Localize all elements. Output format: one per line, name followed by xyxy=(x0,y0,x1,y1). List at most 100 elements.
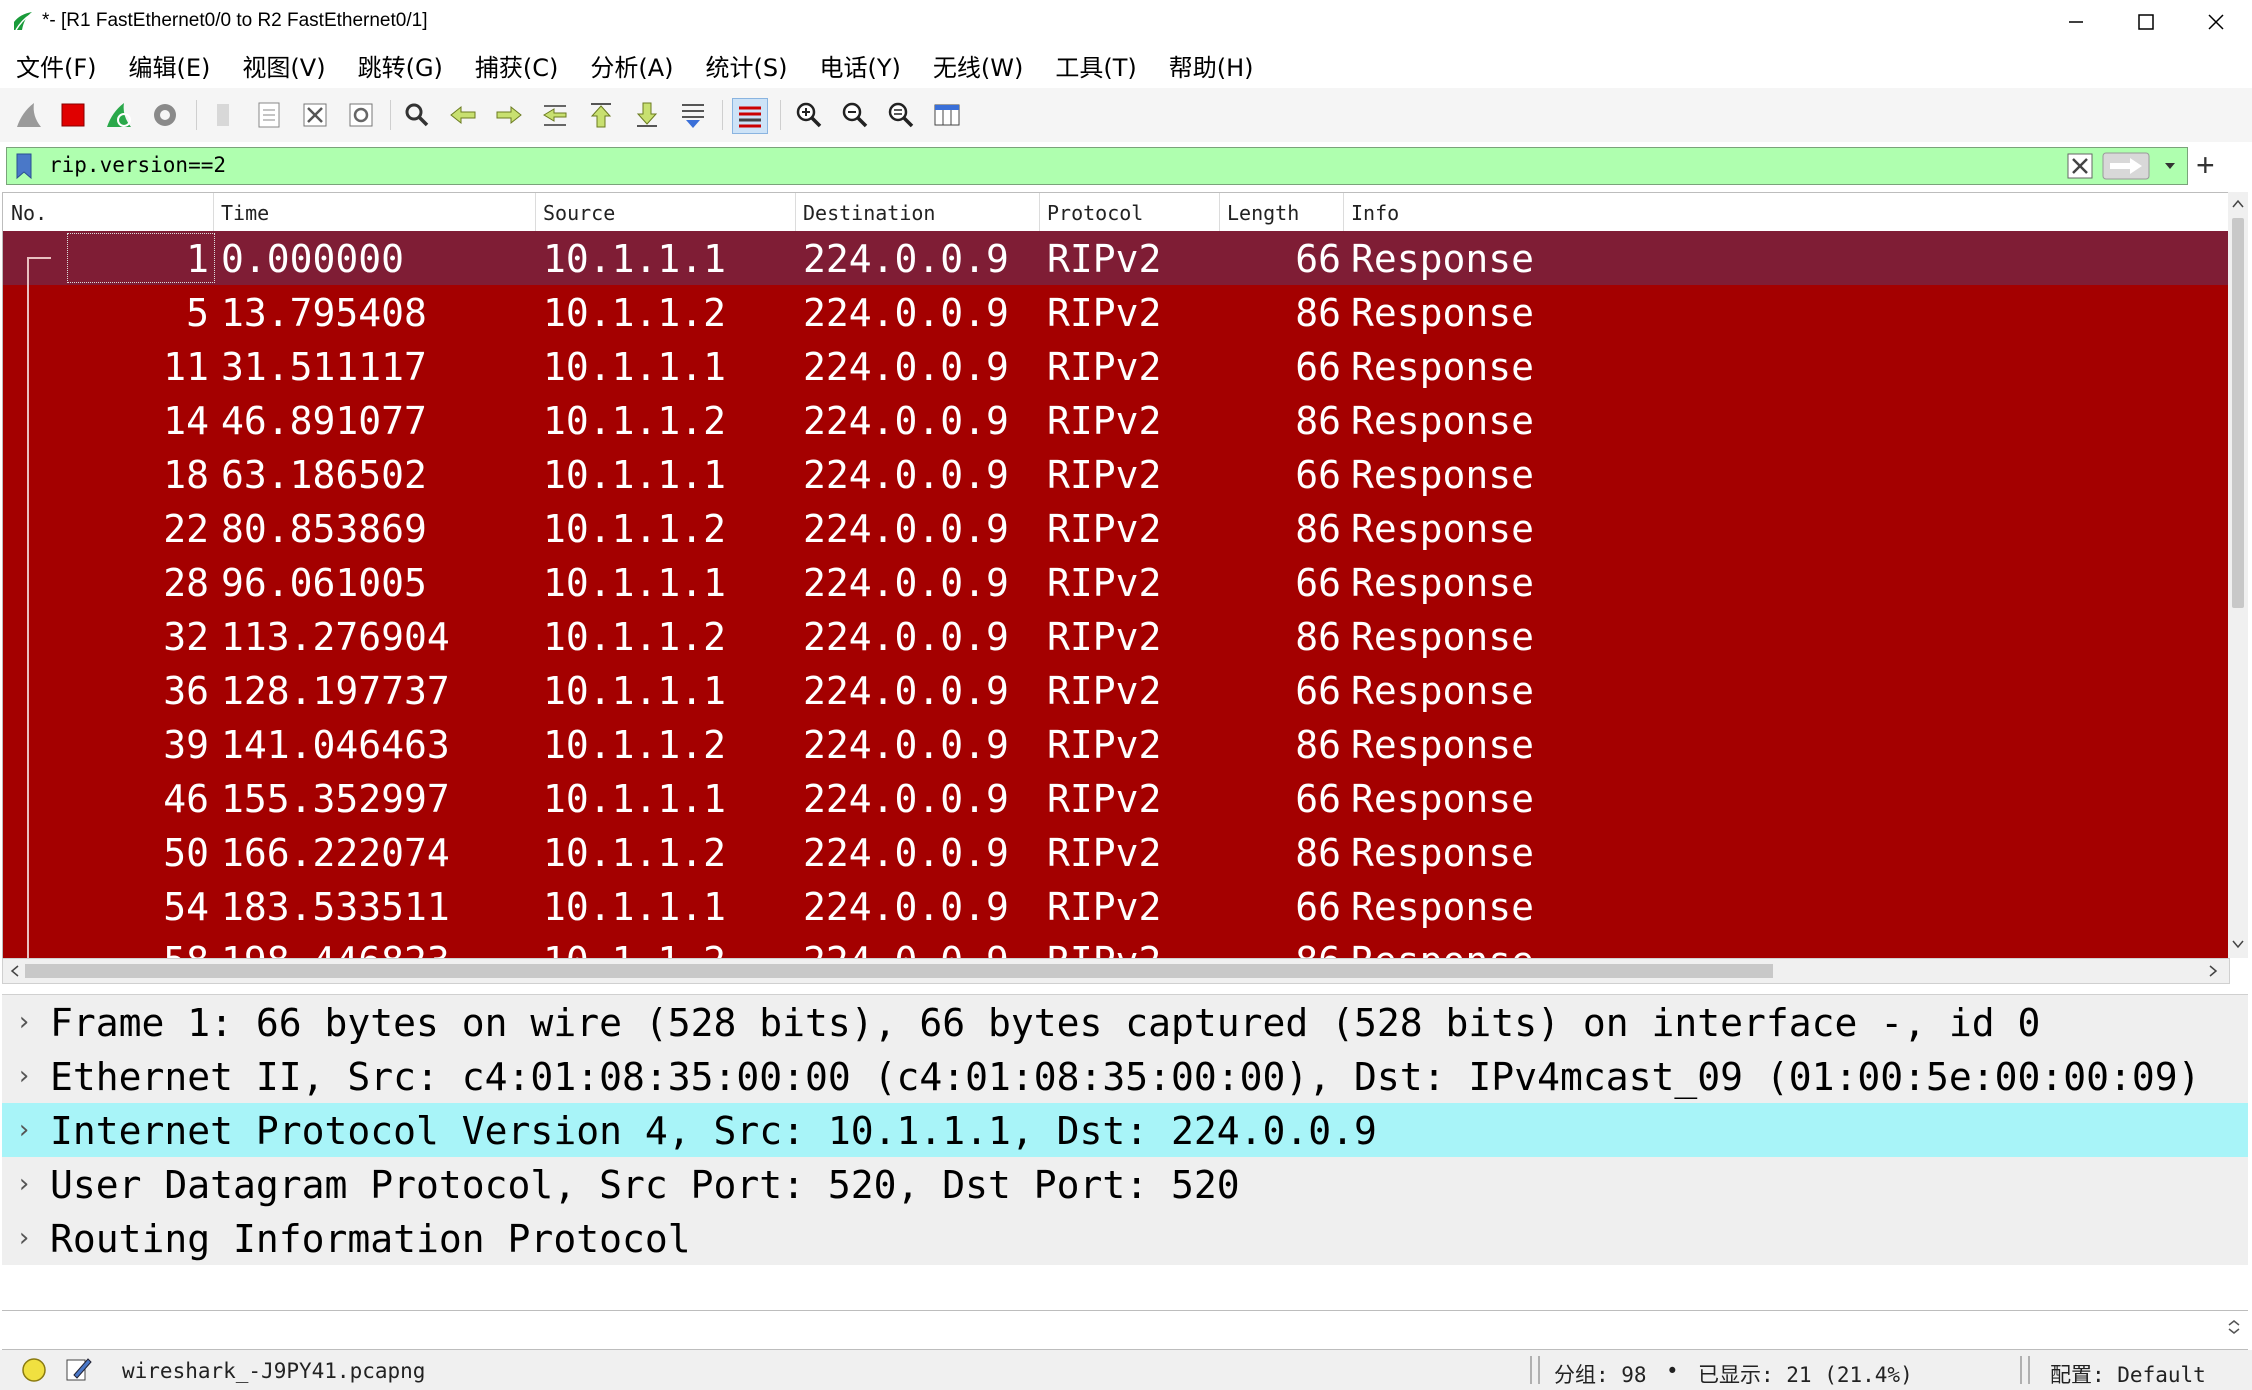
chevron-down-icon xyxy=(2165,163,2175,169)
expand-arrow-icon[interactable]: › xyxy=(16,1115,32,1145)
packet-row[interactable]: 50 166.222074 10.1.1.2 224.0.0.9 RIPv2 86 Resp… xyxy=(3,825,2229,879)
packet-bytes-pane[interactable] xyxy=(2,1310,2248,1350)
profile-name[interactable]: 配置: Default xyxy=(2050,1359,2206,1389)
packet-row[interactable]: 14 46.891077 10.1.1.2 224.0.0.9 RIPv2 86 Respo… xyxy=(3,393,2229,447)
menu-capture[interactable]: 捕获(C) xyxy=(475,48,558,83)
menu-telephony[interactable]: 电话(Y) xyxy=(820,48,901,83)
colorize-button[interactable] xyxy=(732,98,768,134)
scroll-left-icon[interactable] xyxy=(5,961,25,981)
packet-time: 128.197737 xyxy=(221,669,450,713)
menu-edit[interactable]: 编辑(E) xyxy=(129,48,211,83)
reload-file-button[interactable] xyxy=(344,98,378,132)
packet-destination: 224.0.0.9 xyxy=(803,615,1009,659)
expand-arrow-icon[interactable]: › xyxy=(16,1169,32,1199)
open-file-button[interactable] xyxy=(206,98,240,132)
packet-info: Response xyxy=(1351,723,1535,767)
goto-packet-icon xyxy=(543,105,567,126)
autoscroll-button[interactable] xyxy=(676,98,710,132)
first-packet-button[interactable] xyxy=(584,98,618,132)
packet-row[interactable]: 5 13.795408 10.1.1.2 224.0.0.9 RIPv2 86 Respon… xyxy=(3,285,2229,339)
column-time[interactable]: Time xyxy=(221,201,269,225)
find-packet-button[interactable] xyxy=(400,98,434,132)
save-file-button[interactable] xyxy=(252,98,286,132)
packet-no: 18 xyxy=(163,453,209,497)
menu-tools[interactable]: 工具(T) xyxy=(1055,48,1136,83)
packet-row[interactable]: 36 128.197737 10.1.1.1 224.0.0.9 RIPv2 66 Resp… xyxy=(3,663,2229,717)
expand-arrow-icon[interactable]: › xyxy=(16,1007,32,1037)
packet-list-header: No. Time Source Destination Protocol Len… xyxy=(3,193,2229,232)
resize-columns-button[interactable] xyxy=(930,98,964,132)
menu-view[interactable]: 视图(V) xyxy=(242,48,325,83)
detail-frame-text: Frame 1: 66 bytes on wire (528 bits), 66… xyxy=(50,1001,2041,1045)
menu-file[interactable]: 文件(F) xyxy=(16,48,97,83)
menu-go[interactable]: 跳转(G) xyxy=(358,48,443,83)
packet-row[interactable]: 58 198.446823 10.1.1.2 224.0.0.9 RIPv2 86 Resp… xyxy=(3,933,2229,959)
maximize-button[interactable] xyxy=(2116,4,2176,40)
packet-info: Response xyxy=(1351,507,1535,551)
close-button[interactable] xyxy=(2186,4,2246,40)
expert-info-icon[interactable] xyxy=(20,1356,48,1384)
expand-arrow-icon[interactable]: › xyxy=(16,1061,32,1091)
display-filter-input[interactable]: rip.version==2 xyxy=(49,153,226,177)
packet-row[interactable]: 18 63.186502 10.1.1.1 224.0.0.9 RIPv2 66 Respo… xyxy=(3,447,2229,501)
bookmark-icon[interactable] xyxy=(11,152,37,180)
scroll-down-icon[interactable] xyxy=(2228,934,2248,954)
close-file-button[interactable] xyxy=(298,98,332,132)
packet-protocol: RIPv2 xyxy=(1047,237,1162,281)
packet-count: 分组: 98 xyxy=(1554,1363,1647,1387)
packet-row[interactable]: 39 141.046463 10.1.1.2 224.0.0.9 RIPv2 86 Resp… xyxy=(3,717,2229,771)
capture-comment-icon[interactable] xyxy=(64,1355,92,1383)
horizontal-scroll-thumb[interactable] xyxy=(25,964,1773,978)
packet-length: 66 xyxy=(1295,885,1341,929)
column-source[interactable]: Source xyxy=(543,201,615,225)
minimize-button[interactable] xyxy=(2046,4,2106,40)
capture-options-button[interactable] xyxy=(148,98,182,132)
menu-analyze[interactable]: 分析(A) xyxy=(590,48,673,83)
packet-row[interactable]: 46 155.352997 10.1.1.1 224.0.0.9 RIPv2 66 Resp… xyxy=(3,771,2229,825)
go-back-button[interactable] xyxy=(446,98,480,132)
normal-size-button[interactable] xyxy=(884,98,918,132)
last-packet-button[interactable] xyxy=(630,98,664,132)
detail-rip[interactable]: › Routing Information Protocol xyxy=(2,1211,2248,1265)
conversation-tree-line xyxy=(27,257,29,959)
packet-row[interactable]: 28 96.061005 10.1.1.1 224.0.0.9 RIPv2 66 Respo… xyxy=(3,555,2229,609)
packet-row[interactable]: 1 0.000000 10.1.1.1 224.0.0.9 RIPv2 66 Respons… xyxy=(3,231,2229,285)
packet-row[interactable]: 11 31.511117 10.1.1.1 224.0.0.9 RIPv2 66 Respo… xyxy=(3,339,2229,393)
restart-capture-button[interactable] xyxy=(102,98,136,132)
apply-filter-button[interactable] xyxy=(2101,151,2151,181)
packet-list-horizontal-scrollbar[interactable] xyxy=(2,958,2230,984)
column-length[interactable]: Length xyxy=(1227,201,1299,225)
menu-help[interactable]: 帮助(H) xyxy=(1169,48,1254,83)
zoom-out-button[interactable] xyxy=(838,98,872,132)
go-forward-button[interactable] xyxy=(492,98,526,132)
packet-row[interactable]: 22 80.853869 10.1.1.2 224.0.0.9 RIPv2 86 Respo… xyxy=(3,501,2229,555)
packet-time: 198.446823 xyxy=(221,939,450,959)
detail-frame[interactable]: › Frame 1: 66 bytes on wire (528 bits), … xyxy=(2,995,2248,1049)
column-no[interactable]: No. xyxy=(11,201,47,225)
packet-row[interactable]: 54 183.533511 10.1.1.1 224.0.0.9 RIPv2 66 Resp… xyxy=(3,879,2229,933)
filter-history-dropdown[interactable] xyxy=(2157,151,2183,181)
packet-time: 80.853869 xyxy=(221,507,427,551)
packet-row[interactable]: 32 113.276904 10.1.1.2 224.0.0.9 RIPv2 86 Resp… xyxy=(3,609,2229,663)
detail-udp[interactable]: › User Datagram Protocol, Src Port: 520,… xyxy=(2,1157,2248,1211)
splitter-handle-icon[interactable] xyxy=(2224,1317,2244,1337)
column-protocol[interactable]: Protocol xyxy=(1047,201,1143,225)
column-destination[interactable]: Destination xyxy=(803,201,935,225)
packet-protocol: RIPv2 xyxy=(1047,885,1162,929)
expand-arrow-icon[interactable]: › xyxy=(16,1223,32,1253)
detail-ipv4[interactable]: › Internet Protocol Version 4, Src: 10.1… xyxy=(2,1103,2248,1157)
column-info[interactable]: Info xyxy=(1351,201,1399,225)
start-capture-button[interactable] xyxy=(12,98,46,132)
detail-ethernet[interactable]: › Ethernet II, Src: c4:01:08:35:00:00 (c… xyxy=(2,1049,2248,1103)
zoom-in-button[interactable] xyxy=(792,98,826,132)
clear-filter-button[interactable] xyxy=(2065,151,2095,181)
menu-statistics[interactable]: 统计(S) xyxy=(706,48,788,83)
menu-wireless[interactable]: 无线(W) xyxy=(933,48,1023,83)
packet-list-vertical-scrollbar[interactable] xyxy=(2228,192,2248,958)
go-to-packet-button[interactable] xyxy=(538,98,572,132)
vertical-scroll-thumb[interactable] xyxy=(2232,218,2244,608)
scroll-right-icon[interactable] xyxy=(2203,961,2223,981)
add-filter-button[interactable]: + xyxy=(2196,148,2215,182)
scroll-up-icon[interactable] xyxy=(2228,194,2248,214)
stop-capture-button[interactable] xyxy=(56,98,90,132)
